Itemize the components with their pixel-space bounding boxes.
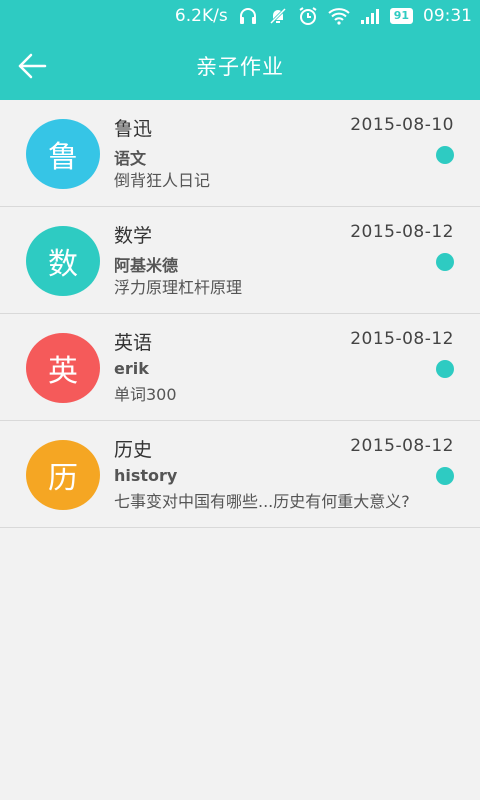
subject-avatar: 历 <box>26 440 100 510</box>
list-item[interactable]: 鲁 鲁迅 2015-08-10 语文 倒背狂人日记 <box>0 100 480 207</box>
subject-title: 历史 <box>114 439 153 461</box>
list-item[interactable]: 英 英语 2015-08-12 erik 单词300 <box>0 314 480 421</box>
headphones-icon <box>238 6 258 26</box>
subject-avatar: 数 <box>26 226 100 296</box>
subject-avatar: 鲁 <box>26 119 100 189</box>
unread-dot <box>436 253 454 271</box>
date-label: 2015-08-12 <box>350 329 454 349</box>
date-label: 2015-08-10 <box>350 115 454 135</box>
back-arrow-icon <box>18 53 47 79</box>
author-label: erik <box>114 359 149 378</box>
page-title: 亲子作业 <box>196 55 284 79</box>
wifi-icon <box>328 6 350 26</box>
list-item[interactable]: 数 数学 2015-08-12 阿基米德 浮力原理杠杆原理 <box>0 207 480 314</box>
homework-list: 鲁 鲁迅 2015-08-10 语文 倒背狂人日记 数 数学 2015-08-1… <box>0 100 480 528</box>
network-speed: 6.2K/s <box>174 6 228 26</box>
content-text: 浮力原理杠杆原理 <box>114 278 243 297</box>
date-label: 2015-08-12 <box>350 436 454 456</box>
notification-off-icon <box>268 6 288 26</box>
clock: 09:31 <box>423 6 472 26</box>
unread-dot <box>436 467 454 485</box>
alarm-icon <box>298 6 318 26</box>
battery-icon: 91 <box>389 8 413 24</box>
status-bar: 6.2K/s 91 09:31 <box>0 0 480 32</box>
subject-title: 鲁迅 <box>114 118 153 140</box>
subject-title: 数学 <box>114 225 153 247</box>
back-button[interactable] <box>14 49 50 83</box>
unread-dot <box>436 146 454 164</box>
title-bar: 亲子作业 <box>0 32 480 100</box>
signal-icon <box>360 6 380 26</box>
list-item[interactable]: 历 历史 2015-08-12 history 七事变对中国有哪些...历史有何… <box>0 421 480 528</box>
author-label: history <box>114 466 178 485</box>
subject-avatar: 英 <box>26 333 100 403</box>
content-text: 七事变对中国有哪些...历史有何重大意义? <box>114 492 410 511</box>
content-text: 单词300 <box>114 385 177 404</box>
subject-title: 英语 <box>114 332 153 354</box>
date-label: 2015-08-12 <box>350 222 454 242</box>
author-label: 阿基米德 <box>114 256 179 275</box>
author-label: 语文 <box>114 149 147 168</box>
content-text: 倒背狂人日记 <box>114 171 211 190</box>
unread-dot <box>436 360 454 378</box>
